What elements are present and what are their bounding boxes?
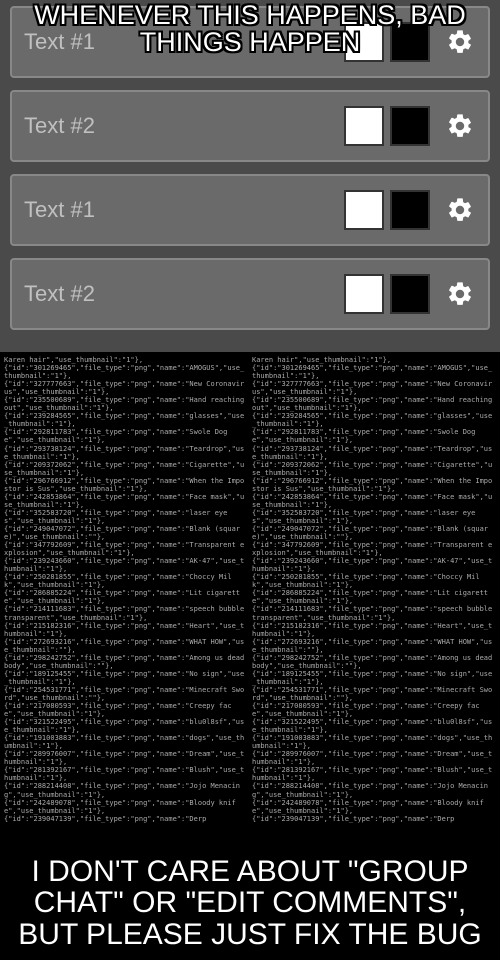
text-box-row: Text #2 bbox=[10, 258, 490, 330]
text-input[interactable]: Text #2 bbox=[24, 113, 338, 139]
text-box-row: Text #1 bbox=[10, 6, 490, 78]
gear-icon[interactable] bbox=[444, 278, 476, 310]
bg-color-swatch[interactable] bbox=[390, 190, 430, 230]
text-input[interactable]: Text #2 bbox=[24, 281, 338, 307]
bg-color-swatch[interactable] bbox=[390, 106, 430, 146]
bg-color-swatch[interactable] bbox=[390, 274, 430, 314]
text-box-list: Text #1 Text #2 Text #1 Text #2 bbox=[0, 0, 500, 352]
fg-color-swatch[interactable] bbox=[344, 274, 384, 314]
fg-color-swatch[interactable] bbox=[344, 22, 384, 62]
gear-icon[interactable] bbox=[444, 194, 476, 226]
json-column-left: Karen hair","use_thumbnail":"1"}, {"id":… bbox=[4, 356, 248, 928]
json-error-dump: Karen hair","use_thumbnail":"1"}, {"id":… bbox=[0, 352, 500, 932]
text-input[interactable]: Text #1 bbox=[24, 29, 338, 55]
fg-color-swatch[interactable] bbox=[344, 106, 384, 146]
json-column-right: Karen hair","use_thumbnail":"1"}, {"id":… bbox=[252, 356, 496, 928]
fg-color-swatch[interactable] bbox=[344, 190, 384, 230]
text-box-row: Text #1 bbox=[10, 174, 490, 246]
gear-icon[interactable] bbox=[444, 110, 476, 142]
text-box-row: Text #2 bbox=[10, 90, 490, 162]
bg-color-swatch[interactable] bbox=[390, 22, 430, 62]
text-input[interactable]: Text #1 bbox=[24, 197, 338, 223]
gear-icon[interactable] bbox=[444, 26, 476, 58]
